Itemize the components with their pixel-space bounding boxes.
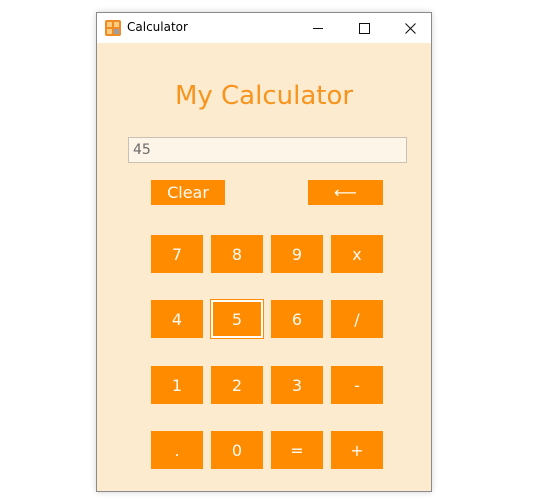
backspace-button[interactable]: ⟵ [308,180,383,205]
title-bar[interactable]: Calculator [97,13,431,43]
key-5[interactable]: 5 [210,299,264,339]
page-title: My Calculator [174,81,354,111]
key-0[interactable]: 0 [211,431,263,469]
key-2[interactable]: 2 [211,366,263,404]
calculator-window: Calculator My Calculator 45 Clear ⟵ 7 8 … [96,12,432,492]
key-decimal[interactable]: . [151,431,203,469]
clear-button[interactable]: Clear [151,180,225,205]
key-9[interactable]: 9 [271,235,323,273]
key-3[interactable]: 3 [271,366,323,404]
key-7[interactable]: 7 [151,235,203,273]
key-4[interactable]: 4 [151,300,203,338]
key-1[interactable]: 1 [151,366,203,404]
key-6[interactable]: 6 [271,300,323,338]
key-subtract[interactable]: - [331,366,383,404]
minimize-icon [313,27,323,29]
display-input[interactable]: 45 [128,137,407,163]
minimize-button[interactable] [295,13,341,43]
calculator-app-icon [105,20,121,36]
key-equals[interactable]: = [271,431,323,469]
maximize-icon [358,22,370,34]
key-divide[interactable]: / [331,300,383,338]
close-button[interactable] [387,13,433,43]
window-title: Calculator [127,20,188,34]
close-icon [404,22,416,34]
key-8[interactable]: 8 [211,235,263,273]
key-add[interactable]: + [331,431,383,469]
key-multiply[interactable]: x [331,235,383,273]
maximize-button[interactable] [341,13,387,43]
